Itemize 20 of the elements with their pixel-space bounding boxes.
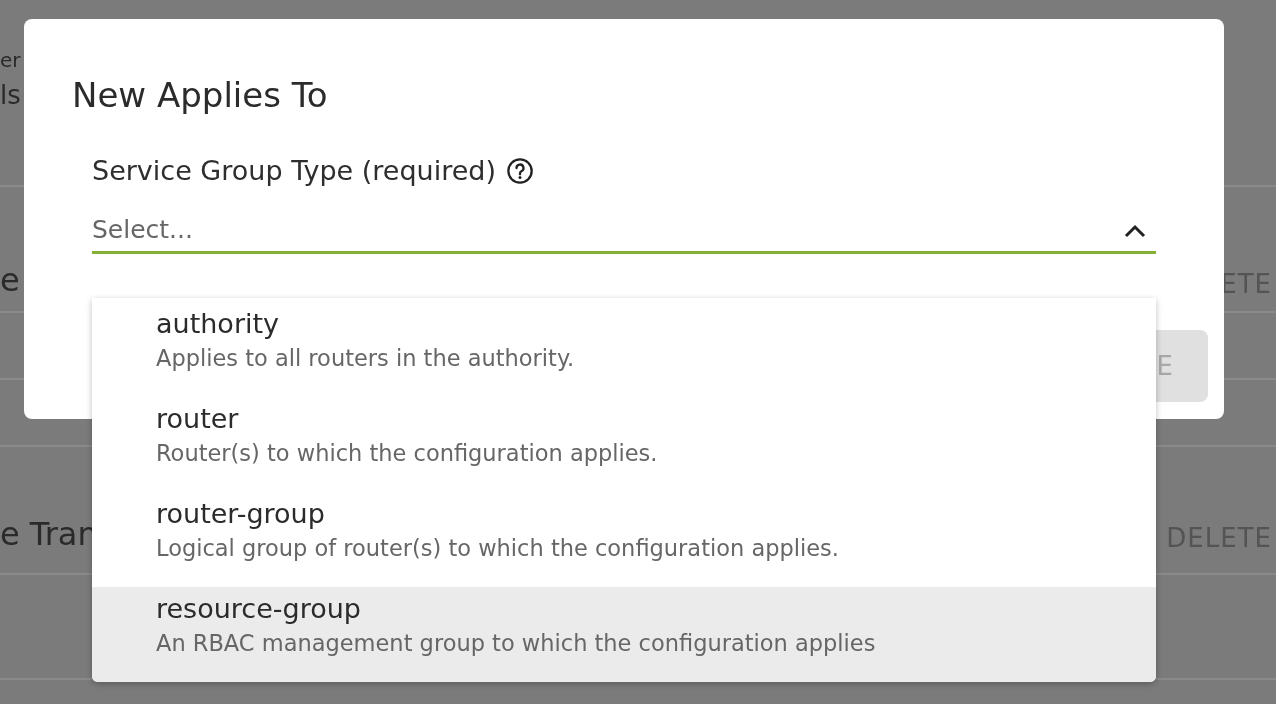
option-description: Applies to all routers in the authority. [156,345,576,371]
dropdown-option[interactable]: resource-group An RBAC management group to which the configuration applies [92,587,1156,682]
option-name: authority [156,308,281,339]
dropdown-option[interactable]: authority Applies to all routers in the authority. [92,302,1156,397]
option-name: router-group [156,498,326,529]
dialog-title: New Applies To [72,75,329,115]
option-description: Logical group of router(s) to which the configuration applies. [156,535,840,561]
help-icon[interactable] [505,156,534,185]
dropdown-option[interactable]: router-group Logical group of router(s) to which the configuration applies. [92,492,1156,587]
dropdown-option[interactable]: router Router(s) to which the configuration applies. [92,397,1156,492]
select-field[interactable]: Select... [92,208,1156,254]
background-text: e [0,261,20,299]
option-description: An RBAC management group to which the configuration applies [156,630,877,656]
option-description: Router(s) to which the configuration applies. [156,440,659,466]
option-name: router [156,403,240,434]
caret-icon[interactable] [1124,224,1146,238]
option-name: resource-group [156,593,362,624]
background-text: er [0,48,21,72]
field-label: Service Group Type (required) [92,155,496,186]
background-text: ls [0,80,21,110]
